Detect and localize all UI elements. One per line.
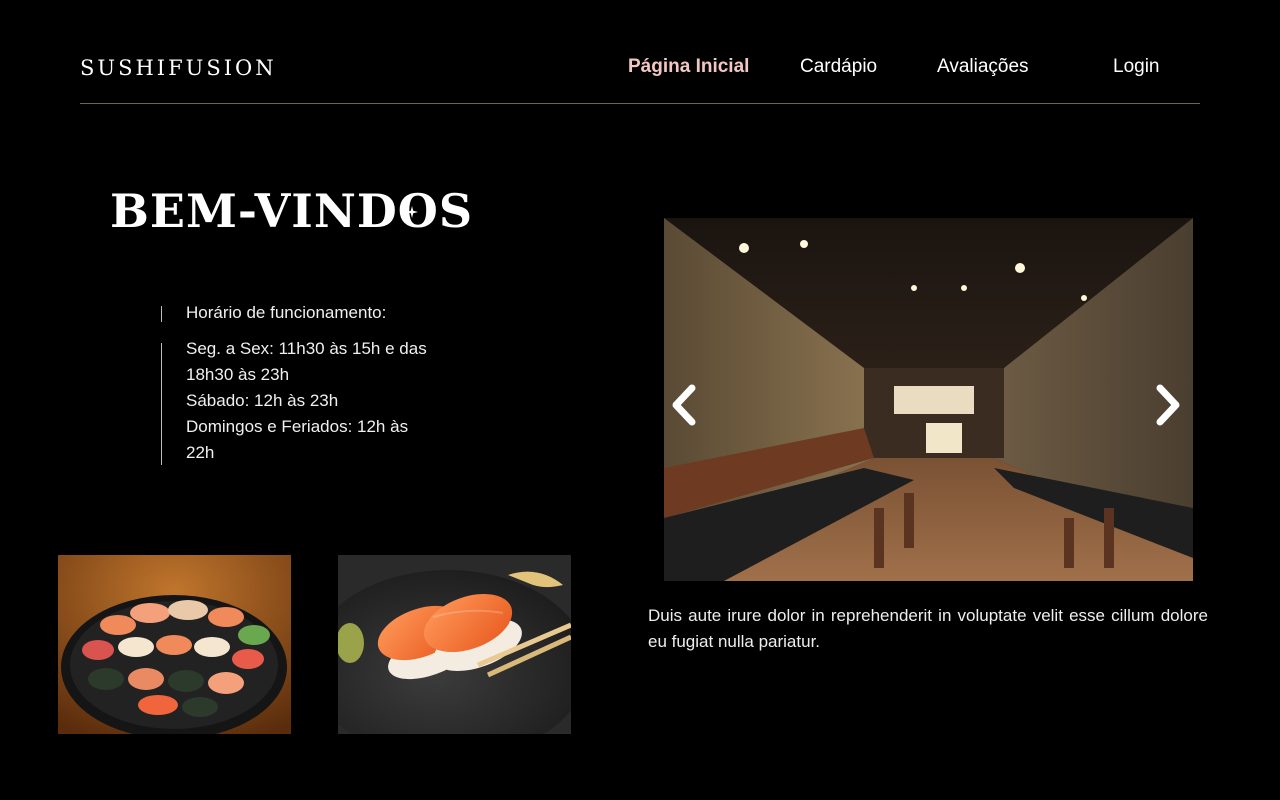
salmon-nigiri-photo (338, 555, 571, 734)
carousel-caption: Duis aute irure dolor in reprehenderit i… (648, 606, 1208, 651)
hours-label-accent (161, 306, 162, 322)
nav-login-link[interactable]: Login (1113, 56, 1160, 78)
restaurant-carousel[interactable] (664, 218, 1193, 581)
site-logo[interactable]: SUSHIFUSION (80, 56, 277, 80)
chevron-left-icon[interactable] (670, 384, 698, 426)
hours-line: Seg. a Sex: 11h30 às 15h e das (186, 339, 427, 358)
hours-accent-bar (161, 343, 162, 465)
header-divider (80, 103, 1200, 104)
hours-line: Sábado: 12h às 23h (186, 391, 339, 410)
page-title: BEM-VINDOS (110, 184, 473, 238)
sushi-platter-photo (58, 555, 291, 734)
nav-menu-link[interactable]: Cardápio (800, 56, 877, 78)
hours-line: 22h (186, 443, 215, 462)
page-title-text: BEM-VINDOS (110, 184, 474, 238)
opening-hours-label: Horário de funcionamento: (186, 303, 387, 322)
chevron-right-icon[interactable] (1154, 384, 1182, 426)
hours-line: Domingos e Feriados: 12h às (186, 417, 409, 436)
nav-reviews-link[interactable]: Avaliações (937, 56, 1029, 78)
hours-line: 18h30 às 23h (186, 365, 290, 384)
nav-home-link[interactable]: Página Inicial (628, 56, 749, 78)
sparkle-icon (406, 206, 418, 218)
